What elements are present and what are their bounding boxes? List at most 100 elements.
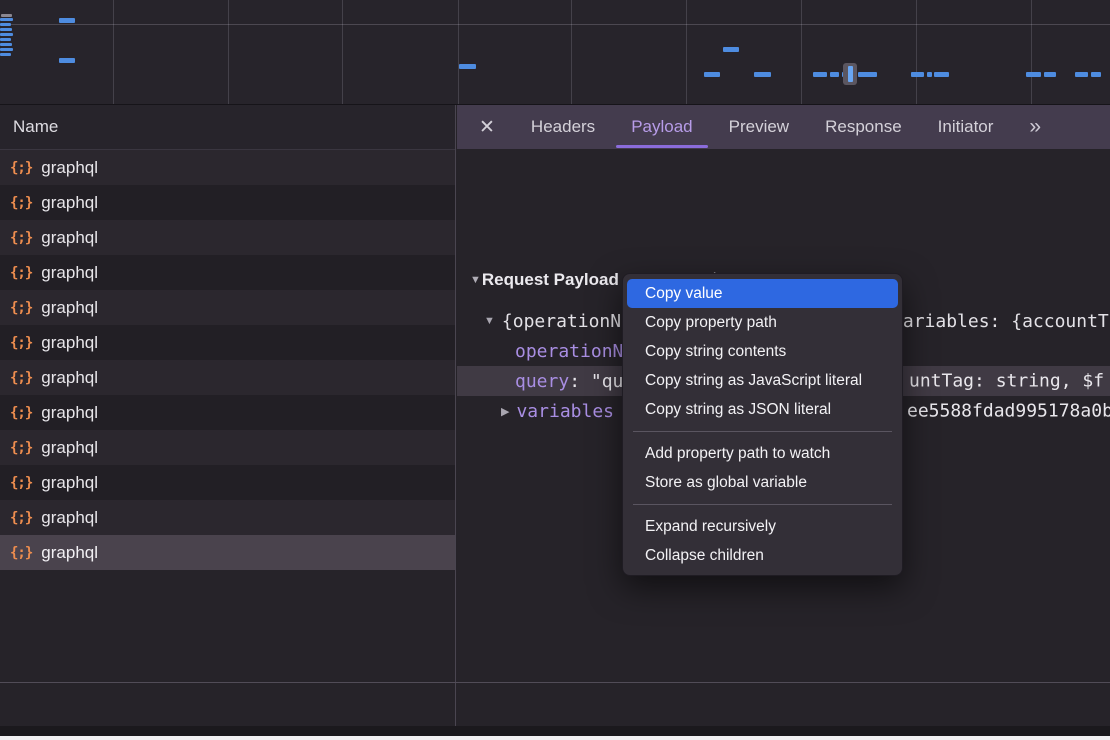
json-braces-icon: {;} [10, 370, 32, 386]
waterfall-bar [0, 43, 12, 46]
waterfall-bar [0, 28, 12, 31]
waterfall-bar [459, 64, 476, 69]
json-braces-icon: {;} [10, 405, 32, 421]
detail-tab-bar: ✕ Headers Payload Preview Response Initiator… [457, 105, 1110, 149]
json-braces-icon: {;} [10, 475, 32, 491]
request-name: graphql [41, 403, 98, 423]
waterfall-bar [0, 48, 13, 51]
request-row[interactable]: {;} graphql [0, 185, 455, 220]
section-expanded-triangle-icon[interactable]: ▼ [470, 274, 481, 286]
waterfall-bar [1075, 72, 1088, 77]
json-braces-icon: {;} [10, 160, 32, 176]
network-overview-timeline[interactable] [0, 0, 1110, 105]
waterfall-bar [927, 72, 932, 77]
column-header-name[interactable]: Name [0, 105, 455, 150]
overview-gridline [228, 0, 229, 104]
overview-gridline [571, 0, 572, 104]
more-tabs-icon[interactable]: » [1029, 115, 1039, 139]
json-braces-icon: {;} [10, 335, 32, 351]
menu-item-add-property-path-to-watch[interactable]: Add property path to watch [627, 439, 898, 468]
tab-payload[interactable]: Payload [631, 105, 692, 149]
request-name: graphql [41, 263, 98, 283]
request-name: graphql [41, 158, 98, 178]
request-row[interactable]: {;} graphql [0, 220, 455, 255]
waterfall-bar [1026, 72, 1041, 77]
json-braces-icon: {;} [10, 300, 32, 316]
json-braces-icon: {;} [10, 545, 32, 561]
request-list: {;} graphql {;} graphql {;} graphql {;} graphql… [0, 150, 455, 570]
request-list-panel: Name {;}graphql{;}graphql{;}graphql{;}gr… [0, 105, 456, 726]
request-name: graphql [41, 333, 98, 353]
menu-item-copy-property-path[interactable]: Copy property path [627, 308, 898, 337]
menu-item-copy-string-contents[interactable]: Copy string contents [627, 337, 898, 366]
request-row[interactable]: {;}graphql [0, 465, 455, 500]
waterfall-bar [723, 47, 739, 52]
waterfall-bar [1, 14, 12, 17]
request-row[interactable]: {;} graphql [0, 535, 455, 570]
request-row[interactable]: {;} graphql [0, 255, 455, 290]
request-row[interactable]: {;} graphql [0, 150, 455, 185]
menu-item-copy-string-as-json-literal[interactable]: Copy string as JSON literal [627, 395, 898, 424]
request-name: graphql [41, 228, 98, 248]
waterfall-bar [1091, 72, 1101, 77]
menu-item-copy-value[interactable]: Copy value [627, 279, 898, 308]
waterfall-bar [813, 72, 827, 77]
column-header-label: Name [13, 117, 58, 137]
waterfall-bar [0, 23, 11, 26]
request-row[interactable]: {;} graphql [0, 290, 455, 325]
overview-gridline [0, 24, 1110, 25]
json-colon: : [569, 371, 591, 392]
request-name: graphql [41, 438, 98, 458]
request-name: graphql [41, 368, 98, 388]
request-row[interactable]: {;} graphql [0, 360, 455, 395]
json-preview-fragment: ee5588fdad995178a0b [907, 401, 1110, 422]
menu-item-collapse-children[interactable]: Collapse children [627, 541, 898, 570]
waterfall-bar [0, 18, 13, 21]
request-name: graphql [41, 543, 98, 563]
overview-gridline [801, 0, 802, 104]
devtools-window: Name {;}graphql{;}graphql{;}graphql{;}gr… [0, 0, 1110, 736]
context-menu: Copy valueCopy property pathCopy string … [622, 273, 903, 576]
collapsed-triangle-icon[interactable]: ▶ [501, 405, 509, 418]
request-name: graphql [41, 193, 98, 213]
overview-gridline [1031, 0, 1032, 104]
window-bottom-edge [0, 726, 1110, 736]
request-row[interactable]: {;} graphql [0, 395, 455, 430]
tab-response[interactable]: Response [825, 105, 902, 149]
overview-gridline [342, 0, 343, 104]
close-icon[interactable]: ✕ [479, 118, 495, 137]
menu-item-expand-recursively[interactable]: Expand recursively [627, 512, 898, 541]
waterfall-bar [0, 33, 13, 36]
menu-item-copy-string-as-javascript-literal[interactable]: Copy string as JavaScript literal [627, 366, 898, 395]
root-expanded-triangle-icon[interactable]: ▼ [484, 315, 495, 327]
overview-selection-bar [848, 66, 853, 82]
waterfall-bar [0, 53, 11, 56]
tab-preview[interactable]: Preview [729, 105, 789, 149]
tab-headers[interactable]: Headers [531, 105, 595, 149]
waterfall-bar [704, 72, 720, 77]
json-braces-icon: {;} [10, 440, 32, 456]
waterfall-bar [59, 18, 75, 23]
waterfall-bar [1044, 72, 1056, 77]
json-braces-icon: {;} [10, 230, 32, 246]
waterfall-bar [911, 72, 924, 77]
request-name: graphql [41, 508, 98, 528]
tab-initiator[interactable]: Initiator [938, 105, 994, 149]
request-row[interactable]: {;} graphql [0, 500, 455, 535]
request-row[interactable]: {;} graphql [0, 325, 455, 360]
json-braces-icon: {;} [10, 265, 32, 281]
waterfall-bar [59, 58, 75, 63]
menu-separator [633, 431, 892, 432]
json-string-value-left: "qu [591, 371, 624, 392]
section-title: Request Payload [482, 270, 619, 290]
json-braces-icon: {;} [10, 510, 32, 526]
overview-gridline [458, 0, 459, 104]
waterfall-bar [934, 72, 949, 77]
json-braces-icon: {;} [10, 195, 32, 211]
summary-bar-divider [0, 682, 1110, 683]
request-row[interactable]: {;} graphql [0, 430, 455, 465]
request-name: graphql [41, 298, 98, 318]
waterfall-bar [0, 38, 11, 41]
menu-item-store-as-global-variable[interactable]: Store as global variable [627, 468, 898, 497]
waterfall-bar [754, 72, 771, 77]
